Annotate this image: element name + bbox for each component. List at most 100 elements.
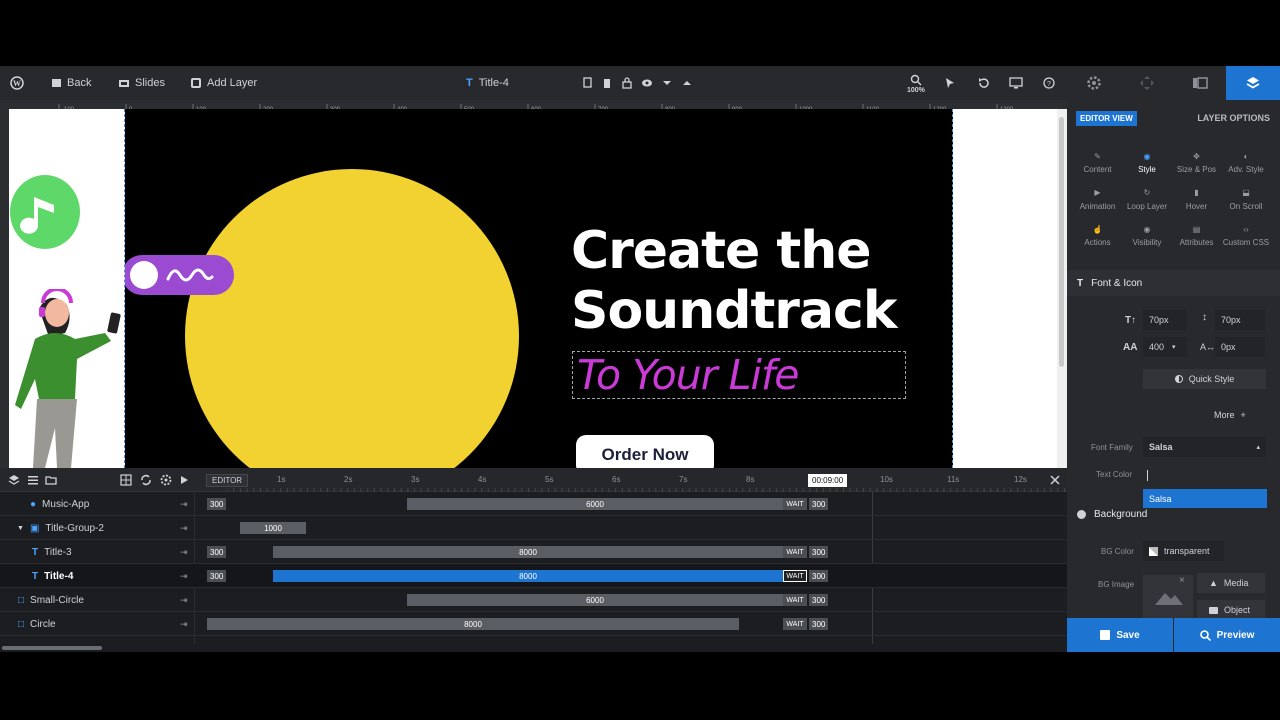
timeline-row-circle[interactable]: □ Circle ⇥ 8000 WAIT 300 (0, 612, 1067, 636)
tab-animation[interactable]: ▶ Animation (1071, 187, 1124, 223)
trash-icon[interactable] (599, 75, 615, 91)
tab-content[interactable]: ✎ Content (1071, 150, 1124, 186)
start-delay[interactable]: 300 (207, 498, 227, 510)
duration-bar[interactable]: 1000 (240, 522, 306, 534)
wait-marker[interactable]: WAIT (783, 594, 807, 606)
folder-icon[interactable] (43, 472, 59, 488)
canvas-scrollbar[interactable] (1057, 109, 1067, 468)
bg-image-placeholder[interactable] (1143, 575, 1193, 618)
duration-bar-selected[interactable]: 8000 (273, 570, 783, 582)
tab-navigation[interactable] (1120, 66, 1173, 100)
text-color-input[interactable] (1147, 470, 1148, 481)
undo-icon[interactable] (975, 75, 991, 91)
line-height-input[interactable]: 70px (1215, 310, 1265, 330)
order-now-button[interactable]: Order Now (576, 435, 714, 468)
start-delay[interactable]: 300 (207, 546, 227, 558)
tab-style[interactable]: ◉ Style (1121, 150, 1174, 186)
headline-line-1[interactable]: Create the (571, 221, 872, 281)
back-button[interactable]: Back (52, 66, 91, 100)
add-layer-button[interactable]: Add Layer (191, 66, 257, 100)
bg-color-picker[interactable]: transparent (1143, 541, 1224, 561)
row-expand-icon[interactable]: ⇥ (180, 547, 188, 558)
close-timeline-icon[interactable] (1047, 472, 1063, 488)
end-duration[interactable]: 300 (809, 618, 829, 630)
tab-visibility[interactable]: ◉ Visibility (1121, 223, 1174, 259)
end-duration[interactable]: 300 (809, 546, 829, 558)
duration-bar[interactable]: 6000 (407, 594, 783, 606)
timeline-row-music-app[interactable]: ● Music-App ⇥ 300 6000 WAIT 300 (0, 492, 1067, 516)
duration-bar[interactable]: 8000 (273, 546, 783, 558)
help-icon[interactable]: ? (1041, 75, 1057, 91)
canvas-scroll-thumb[interactable] (1059, 117, 1064, 367)
wait-marker[interactable]: WAIT (783, 498, 807, 510)
layers-icon[interactable] (6, 472, 22, 488)
wait-marker[interactable]: WAIT (783, 618, 807, 630)
row-expand-icon[interactable]: ⇥ (180, 619, 188, 630)
slides-button[interactable]: Slides (119, 66, 165, 100)
end-duration[interactable]: 300 (809, 498, 829, 510)
tab-slide-settings[interactable] (1067, 66, 1120, 100)
duration-bar[interactable]: 6000 (407, 498, 783, 510)
clear-image-icon[interactable]: × (1179, 575, 1185, 586)
end-duration[interactable]: 300 (809, 594, 829, 606)
font-size-input[interactable]: 70px (1143, 310, 1187, 330)
desktop-icon[interactable] (1008, 75, 1024, 91)
preview-button[interactable]: Preview (1174, 618, 1280, 652)
music-app-toggle[interactable] (125, 255, 234, 295)
headline-line-2[interactable]: Soundtrack (571, 281, 897, 341)
end-duration[interactable]: 300 (809, 570, 829, 582)
background-section-header[interactable]: Background (1067, 501, 1280, 527)
tab-on-scroll[interactable]: ⬓ On Scroll (1220, 187, 1273, 223)
time-ruler[interactable]: 1s 2s 3s 4s 5s 6s 7s 8s 10s 11s 12s (227, 468, 1067, 492)
wait-marker[interactable]: WAIT (783, 546, 807, 558)
media-button[interactable]: ▲ Media (1197, 573, 1265, 593)
timeline-scrollbar[interactable] (0, 644, 1067, 652)
large-yellow-circle[interactable] (185, 169, 519, 468)
tab-actions[interactable]: ☝ Actions (1071, 223, 1124, 259)
current-time-display[interactable]: 00:09:00 (808, 474, 848, 487)
tab-size-pos[interactable]: ✥ Size & Pos (1170, 150, 1223, 186)
chevron-up-icon[interactable] (679, 75, 695, 91)
cursor-icon[interactable] (942, 75, 958, 91)
headline-line-3-selected[interactable]: To Your Life (572, 351, 906, 399)
settings-wheel-icon[interactable] (158, 472, 174, 488)
collapse-icon[interactable]: ▼ (17, 525, 24, 532)
eye-icon[interactable] (639, 75, 655, 91)
list-icon[interactable] (25, 472, 41, 488)
row-expand-icon[interactable]: ⇥ (180, 571, 188, 582)
wordpress-icon[interactable]: W (9, 75, 25, 91)
tab-custom-css[interactable]: ‹› Custom CSS (1220, 223, 1273, 259)
timeline-row-title-group-2[interactable]: ▼ ▣ Title-Group-2 ⇥ 1000 (0, 516, 1067, 540)
wait-marker[interactable]: WAIT (783, 570, 807, 582)
duplicate-icon[interactable] (580, 75, 596, 91)
object-button[interactable]: Object (1197, 600, 1265, 620)
timeline-scroll-thumb[interactable] (2, 646, 102, 650)
row-expand-icon[interactable]: ⇥ (180, 523, 188, 534)
tab-loop-layer[interactable]: ↻ Loop Layer (1121, 187, 1174, 223)
row-expand-icon[interactable]: ⇥ (180, 595, 188, 606)
row-expand-icon[interactable]: ⇥ (180, 499, 188, 510)
timeline-row-title-4[interactable]: T Title-4 ⇥ 300 8000 WAIT 300 (0, 564, 1067, 588)
tab-hover[interactable]: ▮ Hover (1170, 187, 1223, 223)
quick-style-button[interactable]: Quick Style (1143, 369, 1266, 389)
loop-icon[interactable] (138, 472, 154, 488)
font-family-select[interactable]: Salsa ▴ (1143, 437, 1266, 457)
timeline-row-small-circle[interactable]: □ Small-Circle ⇥ 6000 WAIT 300 (0, 588, 1067, 612)
font-weight-select[interactable]: 400 ▾ (1143, 337, 1187, 357)
person-illustration[interactable] (9, 287, 125, 468)
zoom-icon[interactable] (908, 72, 924, 88)
letter-spacing-input[interactable]: 0px (1215, 337, 1265, 357)
save-button[interactable]: Save (1067, 618, 1173, 652)
font-icon-section-header[interactable]: T Font & Icon (1067, 270, 1280, 296)
chevron-down-icon[interactable] (659, 75, 675, 91)
start-delay[interactable]: 300 (207, 570, 227, 582)
tab-adv-style[interactable]: ◐ Adv. Style (1220, 150, 1273, 186)
tab-attributes[interactable]: ▤ Attributes (1170, 223, 1223, 259)
duration-bar[interactable]: 8000 (207, 618, 739, 630)
lock-icon[interactable] (619, 75, 635, 91)
tab-layers-list[interactable] (1173, 66, 1226, 100)
timeline-row-title-3[interactable]: T Title-3 ⇥ 300 8000 WAIT 300 (0, 540, 1067, 564)
music-note-badge[interactable] (10, 175, 80, 249)
tab-layer-options[interactable] (1226, 66, 1280, 100)
more-options-toggle[interactable]: More + (1214, 410, 1246, 420)
